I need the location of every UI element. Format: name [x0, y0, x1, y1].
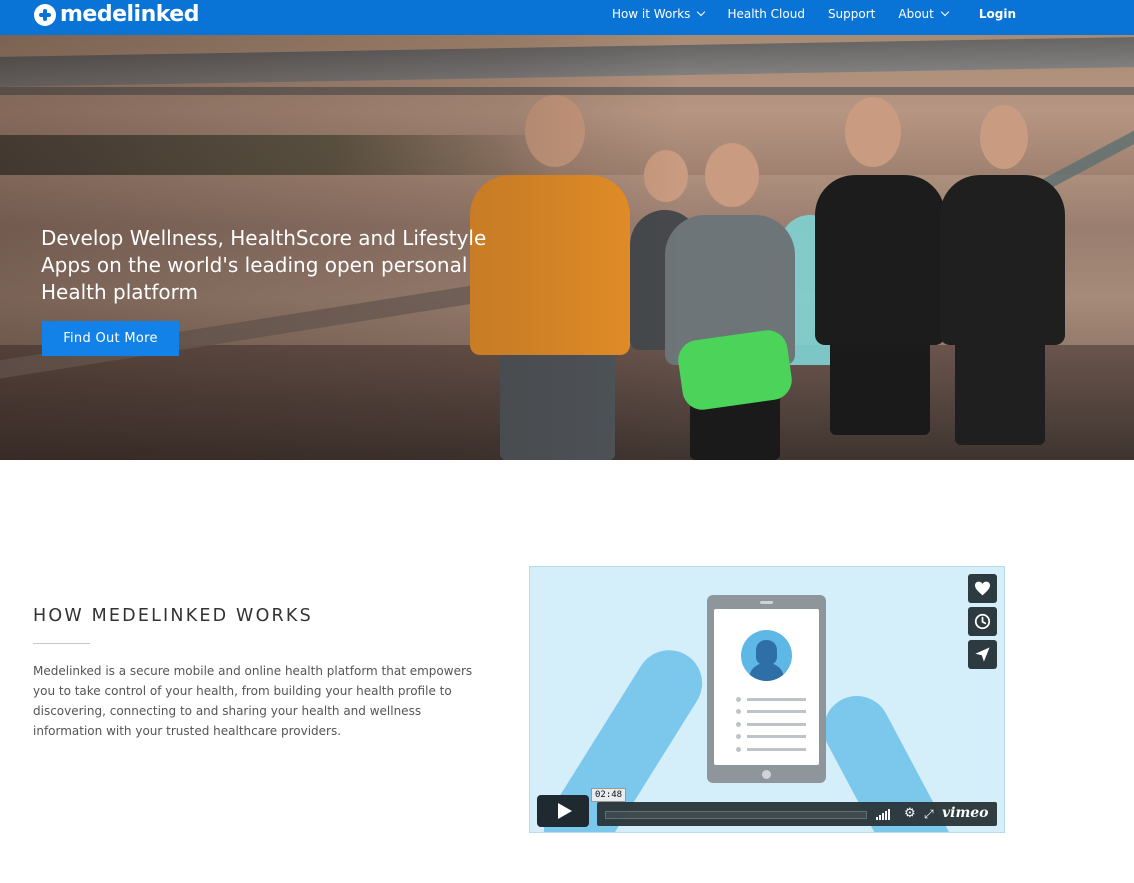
nav-item-about[interactable]: About: [898, 6, 950, 21]
profile-line: [736, 731, 806, 744]
video-controls: ⚙ ⤢ vimeo 02:48: [537, 788, 997, 827]
heart-icon: [975, 581, 990, 596]
nav-item-label: Support: [827, 6, 876, 21]
settings-gear-icon[interactable]: ⚙: [904, 807, 916, 821]
tablet-speaker: [760, 601, 773, 604]
send-icon: [975, 647, 990, 662]
profile-lines: [736, 693, 806, 756]
volume-icon[interactable]: [876, 809, 891, 820]
chevron-down-icon: [940, 7, 950, 16]
medical-cross-icon: [34, 3, 56, 26]
fullscreen-icon[interactable]: ⤢: [924, 807, 934, 821]
play-icon: [557, 803, 572, 819]
hero-headline-line: Health platform: [41, 280, 199, 304]
nav-item-label: About: [898, 6, 934, 21]
vimeo-logo[interactable]: vimeo: [942, 805, 989, 821]
login-link[interactable]: Login: [979, 7, 1016, 21]
profile-line: [736, 743, 806, 756]
tablet-screen: [714, 609, 819, 765]
hero-headline-line: Develop Wellness, HealthScore and Lifest…: [41, 226, 487, 250]
profile-line: [736, 693, 806, 706]
play-button[interactable]: [537, 795, 589, 827]
section-title: HOW MEDELINKED WORKS: [33, 606, 313, 626]
chevron-down-icon: [697, 7, 706, 16]
nav-item-label: Health Cloud: [727, 6, 805, 21]
video-progress-bar[interactable]: [605, 811, 867, 819]
like-button[interactable]: [968, 574, 997, 603]
video-control-bar: ⚙ ⤢ vimeo: [597, 802, 997, 826]
hero-headline: Develop Wellness, HealthScore and Lifest…: [41, 225, 491, 306]
tablet-home-button: [762, 770, 771, 779]
section-body: Medelinked is a secure mobile and online…: [33, 664, 473, 738]
nav-item-label: How it Works: [611, 6, 691, 21]
hero-banner: Develop Wellness, HealthScore and Lifest…: [0, 35, 1134, 460]
nav-item-support[interactable]: Support: [828, 7, 875, 21]
section-divider: [33, 643, 90, 644]
find-out-more-button[interactable]: Find Out More: [42, 321, 179, 356]
clock-icon: [974, 613, 991, 630]
illustration-tablet: [707, 595, 826, 783]
brand-logo[interactable]: medelinked: [34, 2, 199, 27]
top-navbar: medelinked How it Works Health Cloud Sup…: [0, 0, 1134, 35]
video-duration: 02:48: [591, 788, 627, 802]
brand-name: medelinked: [60, 2, 199, 27]
share-button[interactable]: [968, 640, 997, 669]
video-player[interactable]: ⚙ ⤢ vimeo 02:48: [529, 566, 1005, 833]
watch-later-button[interactable]: [968, 607, 997, 636]
main-nav: How it Works Health Cloud Support About …: [589, 0, 1016, 27]
nav-item-health-cloud[interactable]: Health Cloud: [727, 7, 805, 21]
hero-headline-line: Apps on the world's leading open persona…: [41, 253, 468, 277]
profile-line: [736, 718, 806, 731]
profile-line: [736, 706, 806, 719]
video-side-buttons: [968, 574, 997, 673]
user-avatar-icon: [741, 630, 792, 681]
nav-item-how-it-works[interactable]: How it Works: [611, 6, 706, 21]
